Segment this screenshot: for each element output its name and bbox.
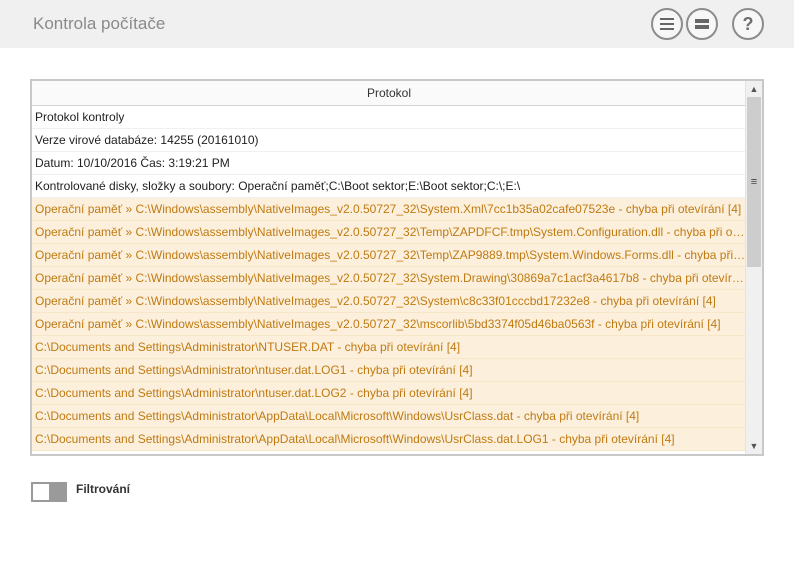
table-row[interactable]: Operační paměť » C:\Windows\assembly\Nat… [32,221,746,244]
table-row[interactable]: Protokol kontroly [32,106,746,129]
scrollbar-thumb[interactable]: ≡ [747,97,761,267]
vertical-scrollbar[interactable]: ▲ ≡ ▼ [745,81,762,454]
table-row[interactable]: Operační paměť » C:\Windows\assembly\Nat… [32,313,746,336]
filter-toggle[interactable] [31,482,67,502]
filter-label: Filtrování [76,482,131,496]
page-title: Kontrola počítače [33,14,166,33]
table-row[interactable]: Operační paměť » C:\Windows\assembly\Nat… [32,244,746,267]
table-row[interactable]: Verze virové databáze: 14255 (20161010) [32,129,746,152]
table-row[interactable]: Operační paměť » C:\Windows\assembly\Nat… [32,290,746,313]
app-header: Kontrola počítače ? [0,0,794,48]
list-view-button[interactable] [651,8,683,40]
grip-icon: ≡ [750,176,758,188]
protocol-table: Protokol Protokol kontroly Verze virové d… [30,79,764,456]
table-row[interactable]: Operační paměť » C:\Windows\assembly\Nat… [32,198,746,221]
list-icon [660,18,674,30]
toggle-knob [49,484,65,500]
help-icon: ? [742,14,754,34]
help-button[interactable]: ? [732,8,764,40]
compact-list-icon [695,19,709,29]
column-header-protocol[interactable]: Protokol [32,81,746,106]
table-row[interactable]: C:\Documents and Settings\Administrator\… [32,382,746,405]
table-row[interactable]: C:\Documents and Settings\Administrator\… [32,428,746,451]
table-row[interactable]: Kontrolované disky, složky a soubory: Op… [32,175,746,198]
table-row[interactable]: Operační paměť » C:\Windows\assembly\Nat… [32,267,746,290]
table-row[interactable]: C:\Documents and Settings\Administrator\… [32,405,746,428]
table-body: Protokol kontroly Verze virové databáze: … [32,106,746,454]
chevron-down-icon[interactable]: ▼ [746,438,762,454]
compact-view-button[interactable] [686,8,718,40]
table-row[interactable]: C:\Documents and Settings\Administrator\… [32,336,746,359]
table-row[interactable]: C:\Documents and Settings\Administrator\… [32,359,746,382]
chevron-up-icon[interactable]: ▲ [746,81,762,97]
table-row[interactable]: Datum: 10/10/2016 Čas: 3:19:21 PM [32,152,746,175]
